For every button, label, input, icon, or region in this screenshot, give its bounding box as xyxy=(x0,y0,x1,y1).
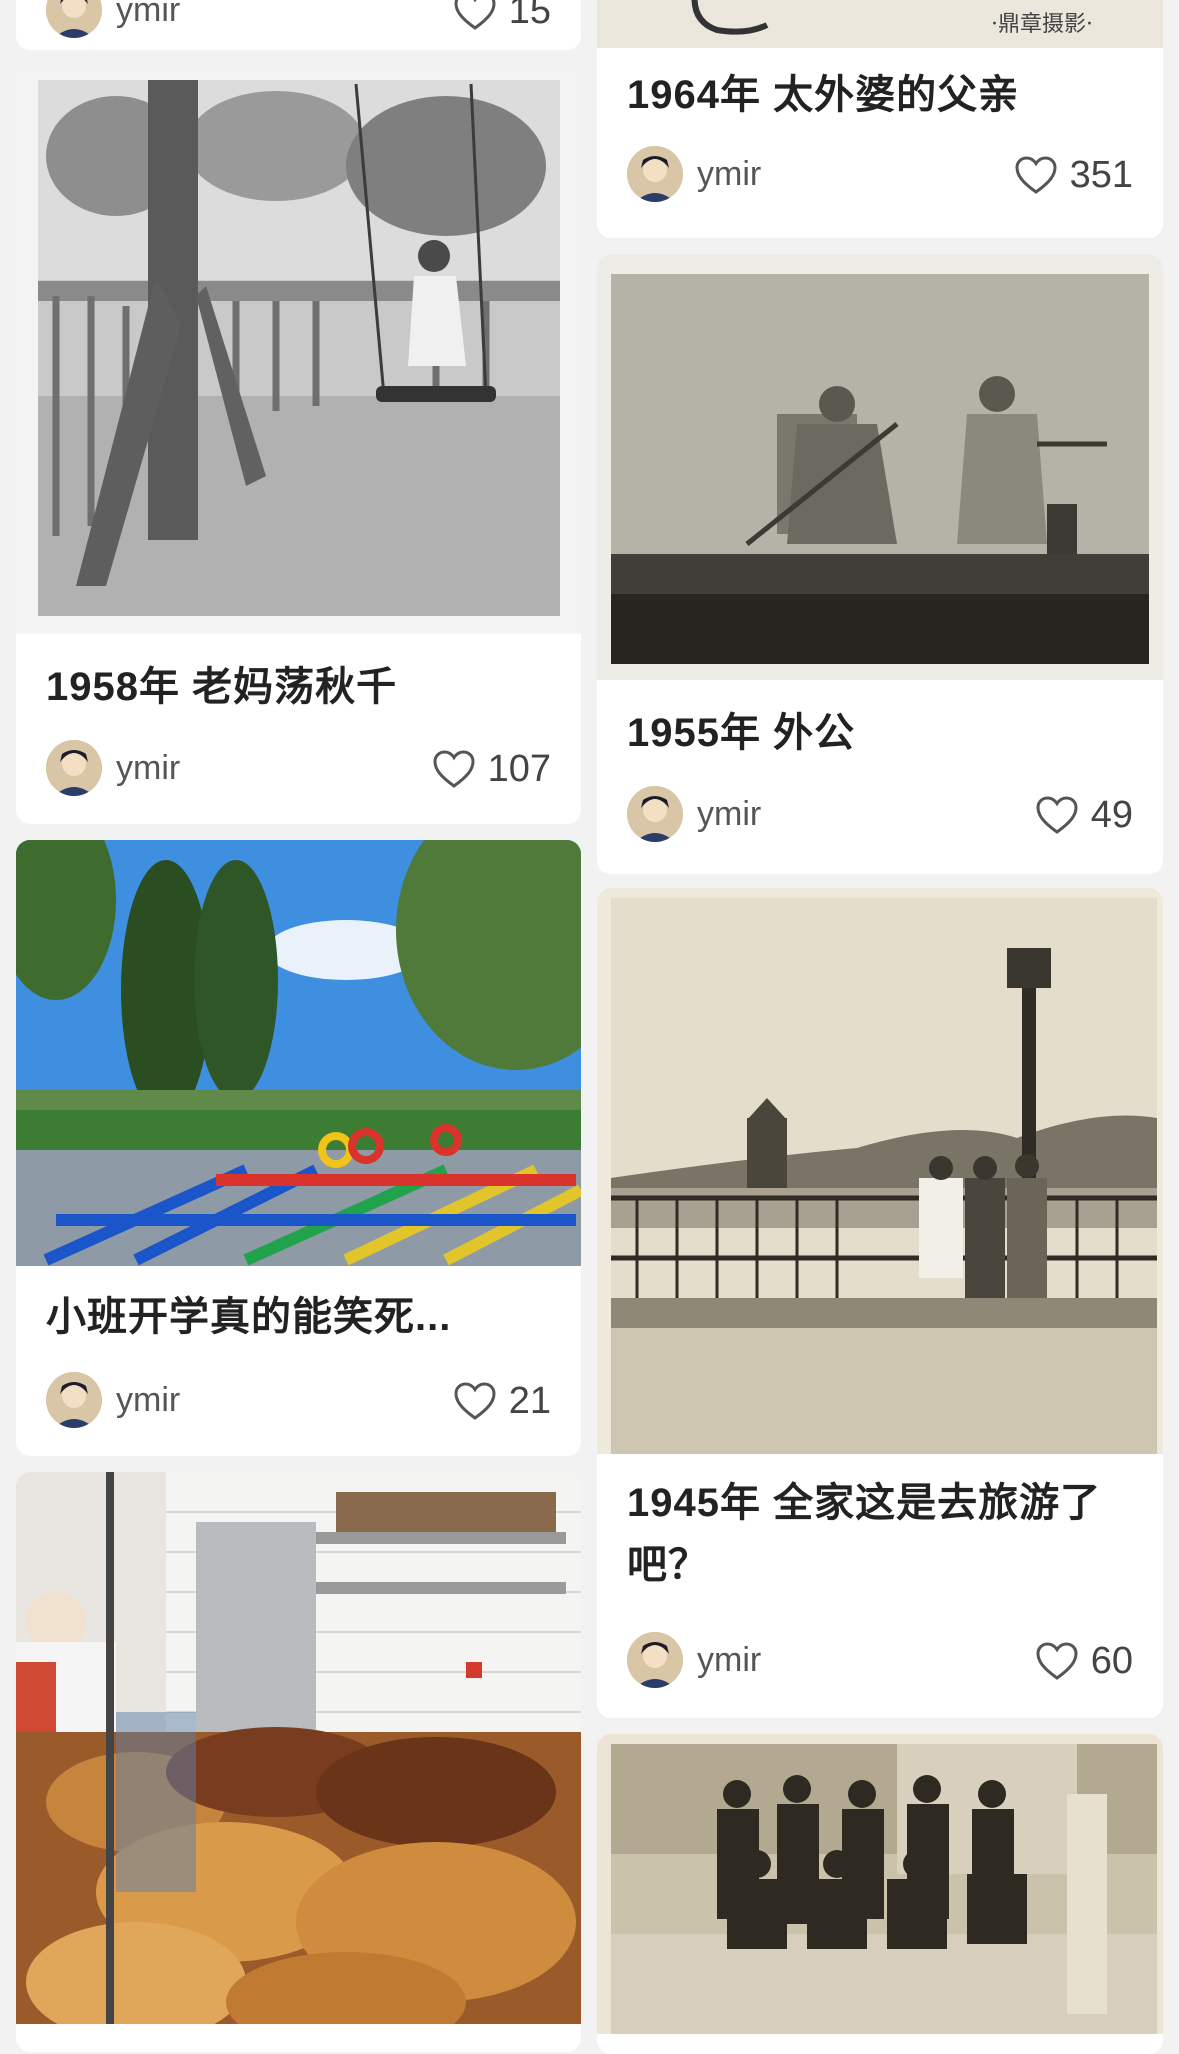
author-name[interactable]: ymir xyxy=(697,155,761,194)
card-meta: ymir 60 xyxy=(627,1632,1133,1690)
like-count: 21 xyxy=(508,1379,551,1422)
like-button[interactable]: 107 xyxy=(432,746,551,792)
author-name[interactable]: ymir xyxy=(116,0,180,30)
card-meta: ymir 107 xyxy=(46,740,551,798)
author-name[interactable]: ymir xyxy=(697,1641,761,1680)
author-name[interactable]: ymir xyxy=(116,749,180,788)
like-button[interactable]: 60 xyxy=(1035,1638,1133,1684)
card-photo-roast-duck[interactable] xyxy=(16,1472,581,2024)
author-name[interactable]: ymir xyxy=(116,1381,180,1420)
like-count: 49 xyxy=(1090,793,1133,836)
like-button[interactable]: 15 xyxy=(453,0,551,34)
heart-outline-icon xyxy=(433,750,475,788)
card-title[interactable]: 小班开学真的能笑死... xyxy=(46,1286,555,1348)
card-meta: ymir 15 xyxy=(46,0,551,40)
heart-outline-icon xyxy=(1015,156,1057,194)
card-title[interactable]: 1958年 老妈荡秋千 xyxy=(46,656,555,718)
feed-card[interactable]: 1958年 老妈荡秋千 ymir 107 xyxy=(16,66,581,824)
author-avatar[interactable] xyxy=(627,146,683,202)
card-photo-playground[interactable] xyxy=(16,840,581,1266)
card-title[interactable]: 1945年 全家这是去旅游了吧？ xyxy=(627,1472,1137,1596)
feed-card[interactable]: 1955年 外公 ymir 49 xyxy=(597,254,1163,874)
feed-card-partial[interactable] xyxy=(16,1472,581,2052)
heart-outline-icon xyxy=(454,1382,496,1420)
card-meta: ymir 21 xyxy=(46,1372,551,1430)
photo-studio-caption: ·鼎章摄影· xyxy=(991,12,1093,37)
card-meta: ymir 351 xyxy=(627,146,1133,204)
like-count: 107 xyxy=(487,747,551,790)
author-avatar[interactable] xyxy=(46,1372,102,1428)
author-avatar[interactable] xyxy=(46,740,102,796)
heart-outline-icon xyxy=(454,0,496,30)
like-button[interactable]: 49 xyxy=(1035,792,1133,838)
card-title[interactable]: 1955年 外公 xyxy=(627,702,1137,764)
feed-card-partial-top[interactable]: ymir 15 xyxy=(16,0,581,50)
feed-card[interactable]: ·鼎章摄影· 1964年 太外婆的父亲 ymir 351 xyxy=(597,0,1163,238)
like-count: 15 xyxy=(508,0,551,32)
heart-outline-icon xyxy=(1036,1642,1078,1680)
author-avatar[interactable] xyxy=(46,0,102,38)
card-meta: ymir 49 xyxy=(627,786,1133,844)
feed-card-partial[interactable] xyxy=(597,1734,1163,2054)
like-button[interactable]: 21 xyxy=(453,1378,551,1424)
feed-card[interactable]: 小班开学真的能笑死... ymir 21 xyxy=(16,840,581,1456)
card-photo-opera-stage[interactable] xyxy=(597,254,1163,680)
author-avatar[interactable] xyxy=(627,1632,683,1688)
card-title[interactable]: 1964年 太外婆的父亲 xyxy=(627,64,1137,126)
card-photo-family-trip[interactable] xyxy=(597,888,1163,1454)
card-photo-group[interactable] xyxy=(597,1734,1163,2034)
like-count: 351 xyxy=(1069,153,1133,196)
like-button[interactable]: 351 xyxy=(1014,152,1133,198)
heart-outline-icon xyxy=(1036,796,1078,834)
card-photo-swing[interactable] xyxy=(16,66,581,634)
like-count: 60 xyxy=(1090,1639,1133,1682)
author-name[interactable]: ymir xyxy=(697,795,761,834)
author-avatar[interactable] xyxy=(627,786,683,842)
feed-card[interactable]: 1945年 全家这是去旅游了吧？ ymir 60 xyxy=(597,888,1163,1718)
card-photo-portrait[interactable]: ·鼎章摄影· xyxy=(597,0,1163,48)
